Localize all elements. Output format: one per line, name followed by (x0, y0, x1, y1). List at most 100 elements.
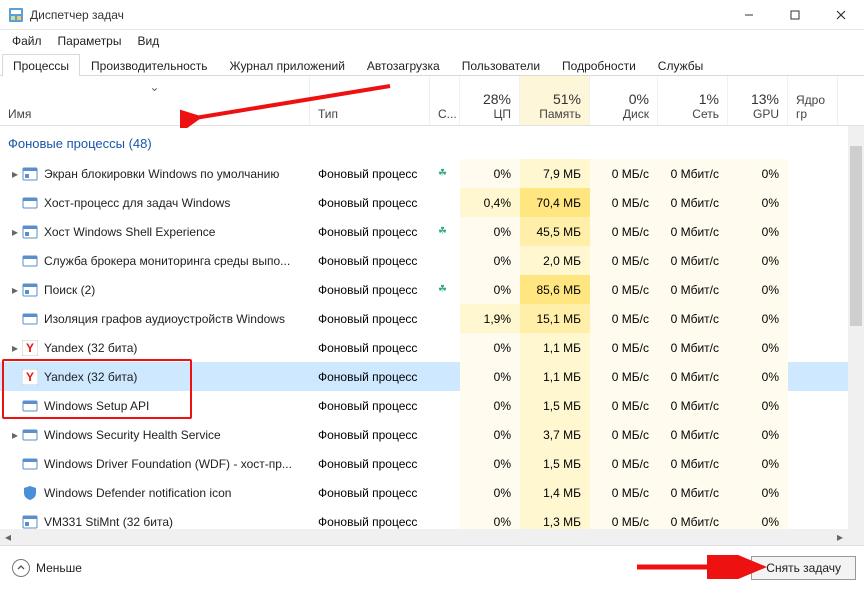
tab-performance[interactable]: Производительность (80, 54, 218, 76)
process-list: Фоновые процессы (48)▸Экран блокировки W… (0, 126, 864, 556)
menu-options[interactable]: Параметры (50, 32, 130, 50)
disk-value: 0 МБ/с (612, 196, 649, 210)
column-headers: ⌄ Имя Тип С... 28%ЦП 51%Память 0%Диск 1%… (0, 76, 864, 126)
memory-value: 2,0 МБ (543, 254, 581, 268)
cpu-value: 0% (494, 457, 511, 471)
process-row[interactable]: ▸YYandex (32 бита)Фоновый процесс0%1,1 М… (0, 362, 864, 391)
tab-details[interactable]: Подробности (551, 54, 647, 76)
network-value: 0 Мбит/с (671, 167, 719, 181)
cpu-value: 0% (494, 515, 511, 529)
network-value: 0 Мбит/с (671, 457, 719, 471)
process-icon (22, 398, 38, 414)
close-button[interactable] (818, 0, 864, 30)
process-row[interactable]: ▸Хост Windows Shell ExperienceФоновый пр… (0, 217, 864, 246)
tab-services[interactable]: Службы (647, 54, 714, 76)
process-row[interactable]: ▸YYandex (32 бита)Фоновый процесс0%1,1 М… (0, 333, 864, 362)
disk-value: 0 МБ/с (612, 457, 649, 471)
expand-icon[interactable]: ▸ (8, 341, 22, 355)
network-value: 0 Мбит/с (671, 312, 719, 326)
disk-value: 0 МБ/с (612, 312, 649, 326)
process-row[interactable]: ▸Поиск (2)Фоновый процесс☘0%85,6 МБ0 МБ/… (0, 275, 864, 304)
col-cpu[interactable]: 28%ЦП (460, 76, 520, 125)
process-type: Фоновый процесс (318, 370, 417, 384)
process-type: Фоновый процесс (318, 312, 417, 326)
col-memory[interactable]: 51%Память (520, 76, 590, 125)
gpu-value: 0% (762, 254, 779, 268)
menu-view[interactable]: Вид (129, 32, 167, 50)
process-type: Фоновый процесс (318, 486, 417, 500)
disk-value: 0 МБ/с (612, 254, 649, 268)
disk-value: 0 МБ/с (612, 399, 649, 413)
expand-icon[interactable]: ▸ (8, 283, 22, 297)
col-status[interactable]: С... (430, 76, 460, 125)
maximize-button[interactable] (772, 0, 818, 30)
tab-processes[interactable]: Процессы (2, 54, 80, 76)
disk-value: 0 МБ/с (612, 428, 649, 442)
process-name: Yandex (32 бита) (44, 341, 137, 355)
scroll-left-icon[interactable]: ◂ (0, 529, 16, 545)
disk-value: 0 МБ/с (612, 167, 649, 181)
scroll-right-icon[interactable]: ▸ (832, 529, 848, 545)
tab-apphistory[interactable]: Журнал приложений (219, 54, 356, 76)
network-value: 0 Мбит/с (671, 486, 719, 500)
col-type[interactable]: Тип (310, 76, 430, 125)
network-value: 0 Мбит/с (671, 515, 719, 529)
col-network[interactable]: 1%Сеть (658, 76, 728, 125)
expand-icon[interactable]: ▸ (8, 167, 22, 181)
expand-icon[interactable]: ▸ (8, 428, 22, 442)
disk-value: 0 МБ/с (612, 225, 649, 239)
process-name: Хост-процесс для задач Windows (44, 196, 230, 210)
horizontal-scrollbar[interactable]: ◂ ▸ (0, 529, 848, 545)
gpu-value: 0% (762, 196, 779, 210)
process-type: Фоновый процесс (318, 457, 417, 471)
network-value: 0 Мбит/с (671, 254, 719, 268)
process-row[interactable]: ▸Windows Security Health ServiceФоновый … (0, 420, 864, 449)
gpu-value: 0% (762, 225, 779, 239)
process-type: Фоновый процесс (318, 341, 417, 355)
menu-file[interactable]: Файл (4, 32, 50, 50)
memory-value: 1,3 МБ (543, 515, 581, 529)
minimize-button[interactable] (726, 0, 772, 30)
expand-icon[interactable]: ▸ (8, 225, 22, 239)
process-row[interactable]: ▸Изоляция графов аудиоустройств WindowsФ… (0, 304, 864, 333)
process-icon: Y (22, 369, 38, 385)
cpu-value: 1,9% (484, 312, 511, 326)
process-type: Фоновый процесс (318, 196, 417, 210)
disk-value: 0 МБ/с (612, 486, 649, 500)
memory-value: 85,6 МБ (536, 283, 581, 297)
gpu-value: 0% (762, 515, 779, 529)
memory-value: 1,1 МБ (543, 341, 581, 355)
process-icon (22, 456, 38, 472)
col-name[interactable]: ⌄ Имя (0, 76, 310, 125)
process-row[interactable]: ▸Windows Driver Foundation (WDF) - хост-… (0, 449, 864, 478)
col-gpu-engine[interactable]: Ядро гр (788, 76, 838, 125)
disk-value: 0 МБ/с (612, 515, 649, 529)
fewer-details-button[interactable]: Меньше (6, 555, 88, 581)
gpu-value: 0% (762, 486, 779, 500)
process-row[interactable]: ▸Хост-процесс для задач WindowsФоновый п… (0, 188, 864, 217)
process-icon (22, 195, 38, 211)
tab-startup[interactable]: Автозагрузка (356, 54, 451, 76)
process-row[interactable]: ▸Windows Setup APIФоновый процесс0%1,5 М… (0, 391, 864, 420)
cpu-value: 0% (494, 399, 511, 413)
col-gpu[interactable]: 13%GPU (728, 76, 788, 125)
titlebar: Диспетчер задач (0, 0, 864, 30)
end-task-button[interactable]: Снять задачу (751, 556, 856, 580)
gpu-value: 0% (762, 312, 779, 326)
col-disk[interactable]: 0%Диск (590, 76, 658, 125)
memory-value: 70,4 МБ (536, 196, 581, 210)
gpu-value: 0% (762, 167, 779, 181)
network-value: 0 Мбит/с (671, 428, 719, 442)
cpu-value: 0% (494, 341, 511, 355)
process-row[interactable]: ▸Служба брокера мониторинга среды выпо..… (0, 246, 864, 275)
process-name: VM331 StiMnt (32 бита) (44, 515, 173, 529)
process-row[interactable]: ▸Windows Defender notification iconФонов… (0, 478, 864, 507)
process-row[interactable]: ▸Экран блокировки Windows по умолчаниюФо… (0, 159, 864, 188)
memory-value: 1,4 МБ (543, 486, 581, 500)
network-value: 0 Мбит/с (671, 196, 719, 210)
process-name: Хост Windows Shell Experience (44, 225, 215, 239)
vertical-scrollbar[interactable] (848, 126, 864, 529)
window-title: Диспетчер задач (30, 8, 124, 22)
tab-users[interactable]: Пользователи (451, 54, 551, 76)
process-type: Фоновый процесс (318, 167, 417, 181)
